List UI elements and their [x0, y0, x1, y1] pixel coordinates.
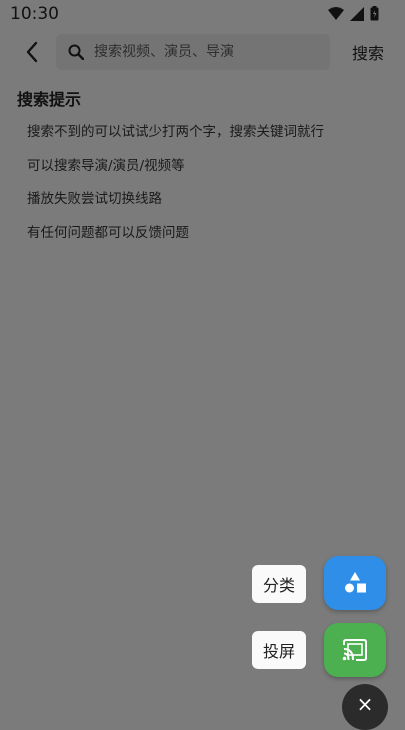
- cast-label[interactable]: 投屏: [252, 631, 306, 669]
- status-icons: [328, 6, 379, 21]
- close-icon: ×: [356, 692, 374, 716]
- hint-item: 有任何问题都可以反馈问题: [27, 224, 189, 241]
- hint-list: 搜索不到的可以试试少打两个字，搜索关键词就行 可以搜索导演/演员/视频等 播放失…: [27, 122, 324, 256]
- hint-item: 播放失败尝试切换线路: [27, 191, 162, 207]
- search-button[interactable]: 搜索: [352, 40, 384, 64]
- back-button[interactable]: [18, 38, 46, 66]
- category-button[interactable]: [324, 556, 386, 610]
- wifi-icon: [328, 6, 344, 20]
- cast-button[interactable]: [324, 623, 386, 677]
- back-arrow-icon: [26, 41, 38, 63]
- category-label[interactable]: 分类: [252, 565, 306, 603]
- hint-item: 可以搜索导演/演员/视频等: [27, 157, 185, 174]
- battery-icon: [370, 6, 379, 21]
- status-bar: 10:30: [0, 0, 405, 30]
- cast-icon: [342, 639, 367, 661]
- status-time: 10:30: [10, 4, 59, 24]
- hint-title: 搜索提示: [17, 90, 82, 109]
- search-input[interactable]: [92, 43, 326, 61]
- search-toolbar: 搜索: [0, 30, 405, 74]
- shapes-icon: [345, 572, 366, 593]
- close-menu-button[interactable]: ×: [342, 684, 388, 730]
- search-icon: [68, 43, 86, 61]
- hint-item: 搜索不到的可以试试少打两个字，搜索关键词就行: [27, 124, 324, 140]
- search-box[interactable]: [56, 34, 330, 70]
- signal-icon: [350, 6, 364, 21]
